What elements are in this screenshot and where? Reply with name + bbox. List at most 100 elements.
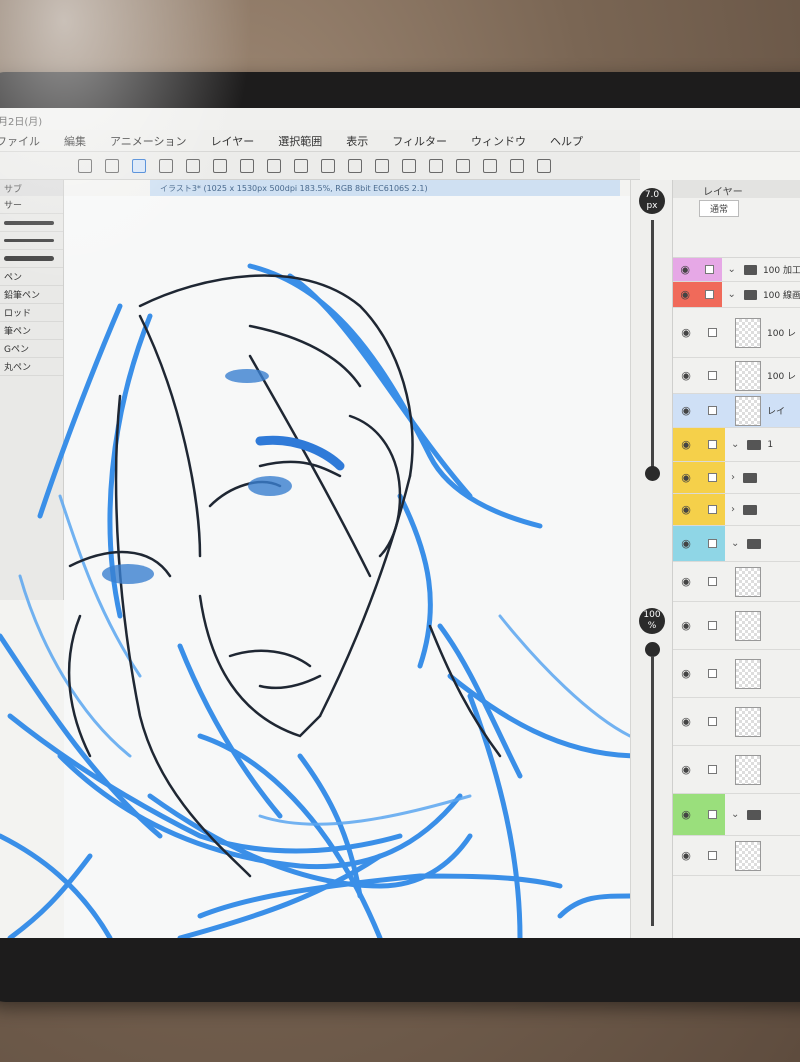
clear-icon[interactable] bbox=[429, 158, 443, 173]
visibility-toggle[interactable]: ◉ bbox=[673, 394, 699, 427]
layer-row[interactable]: ◉ bbox=[673, 650, 800, 698]
layer-row[interactable]: ◉ 100 レ bbox=[673, 308, 800, 358]
save-icon[interactable] bbox=[213, 158, 227, 173]
lock-toggle[interactable] bbox=[699, 562, 725, 601]
lock-toggle[interactable] bbox=[699, 650, 725, 697]
lock-toggle[interactable] bbox=[699, 358, 725, 393]
menu-edit[interactable]: 編集 bbox=[64, 133, 86, 149]
copy-icon[interactable] bbox=[240, 158, 254, 173]
chevron-down-icon[interactable]: ⌄ bbox=[731, 809, 739, 820]
lock-toggle[interactable] bbox=[699, 602, 725, 649]
settings-icon[interactable] bbox=[348, 158, 362, 173]
visibility-toggle[interactable]: ◉ bbox=[673, 428, 699, 461]
menu-selection[interactable]: 選択範囲 bbox=[278, 133, 322, 149]
redo-icon[interactable] bbox=[321, 158, 335, 173]
chevron-right-icon[interactable]: › bbox=[731, 504, 735, 515]
visibility-toggle[interactable]: ◉ bbox=[673, 650, 699, 697]
chevron-down-icon[interactable] bbox=[537, 158, 551, 173]
blend-mode-select[interactable]: 通常 bbox=[699, 199, 740, 217]
visibility-toggle[interactable]: ◉ bbox=[673, 358, 699, 393]
new-file-icon[interactable] bbox=[186, 158, 200, 173]
chevron-down-icon[interactable]: ⌄ bbox=[728, 289, 736, 300]
pen-tool-icon[interactable] bbox=[132, 158, 146, 173]
lock-toggle[interactable] bbox=[699, 494, 725, 525]
layer-name: 100 加工 bbox=[762, 266, 800, 276]
menu-animation[interactable]: アニメーション bbox=[110, 133, 187, 149]
lock-toggle[interactable] bbox=[697, 258, 722, 281]
visibility-toggle[interactable]: ◉ bbox=[673, 836, 699, 875]
lock-toggle[interactable] bbox=[699, 836, 725, 875]
visibility-toggle[interactable]: ◉ bbox=[673, 462, 699, 493]
menu-window[interactable]: ウィンドウ bbox=[471, 133, 526, 149]
layer-row[interactable]: ◉ 100 レ bbox=[673, 358, 800, 394]
visibility-toggle[interactable]: ◉ bbox=[673, 602, 699, 649]
chevron-down-icon[interactable]: ⌄ bbox=[731, 439, 739, 450]
lock-toggle[interactable] bbox=[699, 462, 725, 493]
folder-icon bbox=[747, 809, 762, 820]
visibility-toggle[interactable]: ◉ bbox=[673, 562, 699, 601]
visibility-toggle[interactable]: ◉ bbox=[673, 698, 699, 745]
rotate-icon[interactable] bbox=[267, 158, 281, 173]
lock-toggle[interactable] bbox=[699, 794, 725, 835]
document-tab[interactable]: イラスト3* (1025 x 1530px 500dpi 183.5%, RGB… bbox=[150, 180, 620, 196]
eye-icon: ◉ bbox=[681, 619, 691, 632]
visibility-toggle[interactable]: ◉ bbox=[673, 258, 698, 281]
chevron-down-icon[interactable]: ⌄ bbox=[728, 264, 736, 275]
layer-row[interactable]: ◉ ⌄ bbox=[673, 794, 800, 836]
menu-file[interactable]: ファイル bbox=[0, 133, 40, 149]
chevron-right-icon[interactable]: › bbox=[731, 472, 735, 483]
lock-toggle[interactable] bbox=[699, 526, 725, 561]
status-date: 月2日(月) bbox=[0, 117, 43, 128]
eye-icon: ◉ bbox=[681, 808, 691, 821]
select-icon[interactable] bbox=[375, 158, 389, 173]
check-icon[interactable] bbox=[510, 158, 524, 173]
visibility-toggle[interactable]: ◉ bbox=[673, 282, 698, 307]
drawing-canvas[interactable] bbox=[0, 196, 630, 938]
brush-size-track[interactable] bbox=[651, 220, 654, 480]
undo-icon[interactable] bbox=[294, 158, 308, 173]
fill-icon[interactable] bbox=[456, 158, 470, 173]
layer-thumbnail bbox=[735, 317, 761, 348]
layer-row[interactable]: ◉ › bbox=[673, 462, 800, 494]
layer-row[interactable]: ◉ bbox=[673, 836, 800, 876]
edit-icon[interactable] bbox=[483, 158, 497, 173]
layer-row[interactable]: ◉ › bbox=[673, 494, 800, 526]
layer-row[interactable]: ◉ ⌄ 100 線画 bbox=[673, 282, 800, 308]
chevron-down-icon[interactable]: ⌄ bbox=[731, 538, 739, 549]
ruler-icon[interactable] bbox=[159, 158, 173, 173]
lock-toggle[interactable] bbox=[699, 428, 725, 461]
lock-toggle[interactable] bbox=[697, 282, 722, 307]
menu-filter[interactable]: フィルター bbox=[392, 133, 447, 149]
eye-icon: ◉ bbox=[680, 288, 690, 301]
lock-toggle[interactable] bbox=[699, 698, 725, 745]
opacity-track[interactable] bbox=[651, 656, 654, 926]
layer-row[interactable]: ◉ ⌄ 1 bbox=[673, 428, 800, 462]
layer-row[interactable]: ◉ ⌄ 100 加工 bbox=[673, 258, 800, 282]
menu-help[interactable]: ヘルプ bbox=[550, 133, 583, 149]
layer-row[interactable]: ◉ bbox=[673, 698, 800, 746]
layer-row[interactable]: ◉ bbox=[673, 602, 800, 650]
layer-row[interactable]: ◉ bbox=[673, 562, 800, 602]
visibility-toggle[interactable]: ◉ bbox=[673, 526, 699, 561]
visibility-toggle[interactable]: ◉ bbox=[673, 494, 699, 525]
visibility-toggle[interactable]: ◉ bbox=[673, 308, 699, 357]
menu-layer[interactable]: レイヤー bbox=[211, 133, 255, 149]
lock-checkbox bbox=[707, 539, 717, 548]
layer-row[interactable]: ◉ レイ bbox=[673, 394, 800, 428]
brush-size-knob[interactable] bbox=[645, 466, 660, 481]
visibility-toggle[interactable]: ◉ bbox=[673, 746, 699, 793]
lock-toggle[interactable] bbox=[699, 308, 725, 357]
menu-view[interactable]: 表示 bbox=[346, 133, 368, 149]
lock-checkbox bbox=[707, 577, 717, 586]
transform-icon[interactable] bbox=[105, 158, 119, 173]
deselect-icon[interactable] bbox=[402, 158, 416, 173]
opacity-knob[interactable] bbox=[645, 642, 660, 657]
status-bar: 月2日(月) bbox=[0, 108, 800, 130]
lock-toggle[interactable] bbox=[699, 746, 725, 793]
layer-row[interactable]: ◉ bbox=[673, 746, 800, 794]
visibility-toggle[interactable]: ◉ bbox=[673, 794, 699, 835]
layer-row[interactable]: ◉ ⌄ bbox=[673, 526, 800, 562]
lock-toggle[interactable] bbox=[699, 394, 725, 427]
menu-icon[interactable] bbox=[78, 158, 92, 173]
palette-header: サブ bbox=[0, 180, 63, 196]
